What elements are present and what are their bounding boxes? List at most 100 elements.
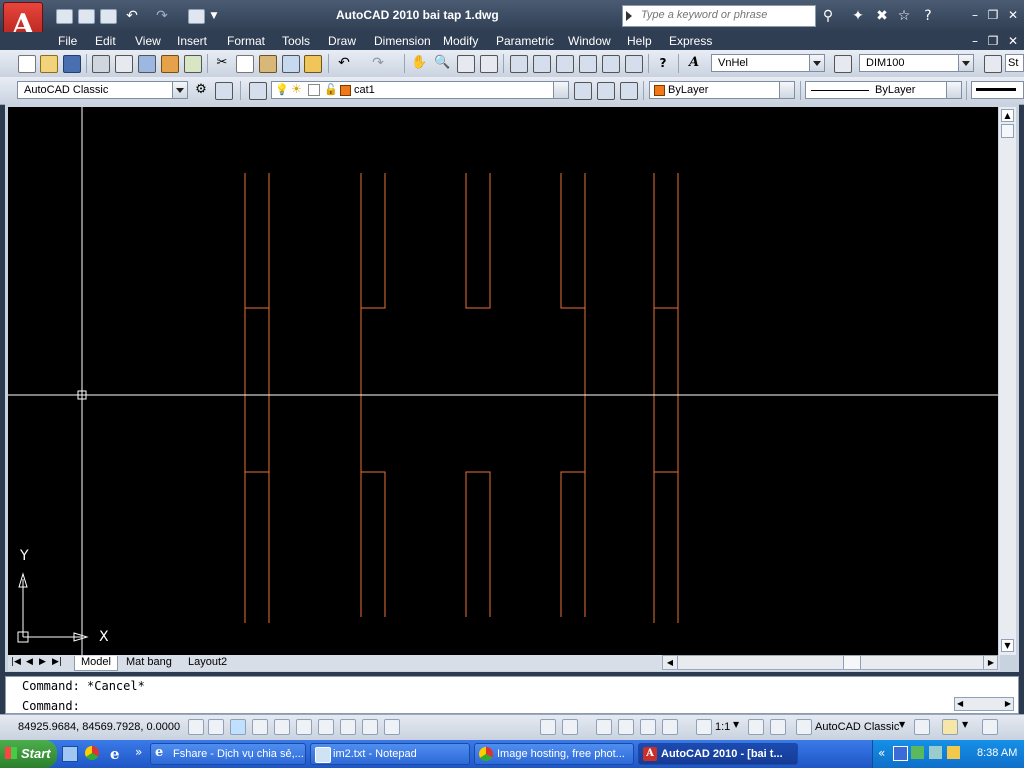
zoom-previous-icon[interactable] <box>480 55 498 73</box>
undo-icon[interactable]: ↶ <box>124 8 140 24</box>
layer-vp-freeze-icon[interactable] <box>308 84 320 96</box>
layer-lock-icon[interactable]: 🔓 <box>324 83 338 96</box>
communication-center-icon[interactable]: ✦ <box>850 8 866 24</box>
lock-ui-icon[interactable] <box>914 719 930 735</box>
save-file-icon[interactable] <box>63 55 81 73</box>
menu-format[interactable]: Format <box>227 34 265 48</box>
layer-state-icon[interactable] <box>620 82 638 100</box>
lineweight-select[interactable] <box>971 81 1024 99</box>
pan-icon[interactable]: ✋ <box>411 55 427 71</box>
markup-icon[interactable] <box>602 55 620 73</box>
tab-last-icon[interactable]: ▶| <box>52 657 62 667</box>
customize-dropdown-icon[interactable]: ▼ <box>206 8 222 24</box>
workspace-select[interactable]: AutoCAD Classic <box>17 81 188 99</box>
properties-icon[interactable] <box>510 55 528 73</box>
doc-close-icon[interactable]: ✕ <box>1006 35 1020 47</box>
command-window[interactable]: Command: *Cancel* Command: ◀ ▶ <box>5 676 1019 714</box>
text-style-icon[interactable]: A <box>686 55 702 71</box>
menu-express[interactable]: Express <box>669 34 712 48</box>
show-desktop-icon[interactable] <box>62 746 78 762</box>
menu-edit[interactable]: Edit <box>95 34 116 48</box>
tray-settings-icon[interactable] <box>942 719 958 735</box>
model-space-canvas[interactable]: Y X <box>8 107 998 655</box>
horizontal-scrollbar[interactable]: ◀ ▶ <box>662 655 998 670</box>
ortho-mode-icon[interactable] <box>252 719 268 735</box>
menu-file[interactable]: File <box>58 34 77 48</box>
design-center-icon[interactable] <box>533 55 551 73</box>
lineweight-toggle-icon[interactable] <box>384 719 400 735</box>
text-style-select[interactable]: VnHel <box>711 54 825 72</box>
clean-screen-icon[interactable] <box>982 719 998 735</box>
command-scroll-left-icon[interactable]: ◀ <box>957 699 963 708</box>
showmotion-icon[interactable] <box>662 719 678 735</box>
menu-dimension[interactable]: Dimension <box>374 34 431 48</box>
vertical-scroll-thumb[interactable] <box>1001 124 1014 138</box>
model-space-icon[interactable] <box>540 719 556 735</box>
tab-layout2[interactable]: Layout2 <box>182 656 233 670</box>
menu-window[interactable]: Window <box>568 34 611 48</box>
menu-view[interactable]: View <box>135 34 161 48</box>
subscription-icon[interactable]: ✖ <box>874 8 890 24</box>
object-snap-icon[interactable] <box>296 719 312 735</box>
favorites-star-icon[interactable]: ☆ <box>896 8 912 24</box>
cut-icon[interactable]: ✂ <box>214 55 230 71</box>
menu-modify[interactable]: Modify <box>443 34 478 48</box>
command-prompt[interactable]: Command: <box>22 699 80 713</box>
tab-first-icon[interactable]: |◀ <box>11 657 21 667</box>
paste-icon[interactable] <box>259 55 277 73</box>
auto-scale-icon[interactable] <box>770 719 786 735</box>
layer-previous-icon[interactable] <box>597 82 615 100</box>
open-file-icon[interactable] <box>40 55 58 73</box>
table-style-icon[interactable] <box>984 55 1002 73</box>
open-icon[interactable] <box>78 9 95 24</box>
status-workspace-label[interactable]: AutoCAD Classic <box>815 721 899 733</box>
new-icon[interactable] <box>56 9 73 24</box>
command-scroll-right-icon[interactable]: ▶ <box>1005 699 1011 708</box>
linetype-select[interactable]: ByLayer <box>805 81 962 99</box>
publish-icon[interactable] <box>138 55 156 73</box>
task-fshare[interactable]: e Fshare - Dịch vụ chia sẻ,... <box>150 743 306 765</box>
tray-expand-icon[interactable]: « <box>878 746 885 760</box>
sheet-set-icon[interactable] <box>579 55 597 73</box>
zoom-window-icon[interactable] <box>457 55 475 73</box>
horizontal-scroll-thumb[interactable] <box>843 656 861 669</box>
doc-restore-icon[interactable]: ❐ <box>986 35 1000 47</box>
start-button[interactable]: Start <box>0 740 57 768</box>
chevron-down-icon[interactable] <box>809 55 824 71</box>
coordinate-readout[interactable]: 84925.9684, 84569.7928, 0.0000 <box>18 721 180 733</box>
copy-icon[interactable] <box>236 55 254 73</box>
dimension-style-icon[interactable] <box>834 55 852 73</box>
make-current-layer-icon[interactable] <box>574 82 592 100</box>
chevron-down-icon[interactable]: ▼ <box>733 720 739 729</box>
tray-users-icon[interactable] <box>947 746 960 759</box>
dynamic-ucs-icon[interactable] <box>340 719 356 735</box>
scroll-up-icon[interactable]: ▲ <box>1001 109 1014 122</box>
task-chrome[interactable]: Image hosting, free phot... <box>474 743 634 765</box>
toolbar-undo-icon[interactable]: ↶ <box>336 55 352 71</box>
layer-properties-icon[interactable] <box>249 82 267 100</box>
toolbar-redo-icon[interactable]: ↷ <box>370 55 386 71</box>
chevron-down-icon[interactable] <box>946 82 961 98</box>
plot-icon[interactable] <box>188 9 205 24</box>
minimize-icon[interactable]: – <box>968 9 982 21</box>
tab-mat-bang[interactable]: Mat bang <box>120 656 178 670</box>
object-snap-tracking-icon[interactable] <box>318 719 334 735</box>
save-icon[interactable] <box>100 9 117 24</box>
binoculars-icon[interactable]: ⚲ <box>820 8 836 24</box>
tool-palettes-icon[interactable] <box>556 55 574 73</box>
menu-tools[interactable]: Tools <box>282 34 310 48</box>
close-icon[interactable]: ✕ <box>1006 9 1020 21</box>
zoom-realtime-icon[interactable]: 🔍 <box>434 55 450 71</box>
grid-display-icon[interactable] <box>230 719 246 735</box>
qnew-icon[interactable] <box>18 55 36 73</box>
tray-network-icon[interactable] <box>911 746 924 759</box>
chevron-down-icon[interactable]: ▼ <box>962 720 968 729</box>
color-select[interactable]: ByLayer <box>649 81 795 99</box>
ie-quicklaunch-icon[interactable]: e <box>110 745 120 763</box>
help-icon[interactable]: ? <box>920 8 936 24</box>
chevron-down-icon[interactable] <box>172 82 187 98</box>
tab-prev-icon[interactable]: ◀ <box>26 657 33 667</box>
chevron-down-icon[interactable]: ▼ <box>899 720 905 729</box>
dynamic-input-icon[interactable] <box>362 719 378 735</box>
table-style-select[interactable]: St <box>1005 54 1024 72</box>
